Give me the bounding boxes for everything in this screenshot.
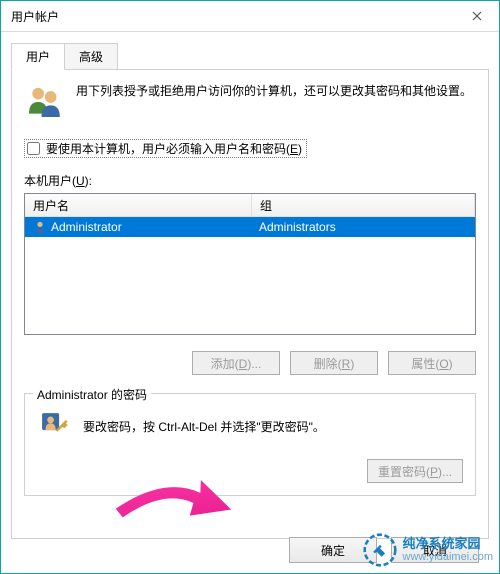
column-header-group[interactable]: 组	[252, 194, 475, 216]
password-hint-text: 要改密码，按 Ctrl-Alt-Del 并选择"更改密码"。	[83, 418, 325, 435]
tab-users[interactable]: 用户	[11, 43, 65, 70]
password-group-legend: Administrator 的密码	[33, 386, 151, 403]
watermark-logo-icon	[363, 533, 397, 567]
local-users-label: 本机用户(U):	[24, 172, 476, 189]
require-login-checkbox-row[interactable]: 要使用本计算机，用户必须输入用户名和密码(E)	[24, 139, 307, 158]
window-title: 用户帐户	[11, 8, 59, 25]
users-icon	[24, 82, 64, 125]
watermark-title: 纯净系统家园	[403, 537, 493, 551]
key-icon	[37, 408, 71, 445]
info-text: 用下列表授予或拒绝用户访问你的计算机，还可以更改其密码和其他设置。	[76, 82, 472, 101]
table-row[interactable]: Administrator Administrators	[25, 217, 475, 237]
require-login-label: 要使用本计算机，用户必须输入用户名和密码(E)	[46, 140, 302, 157]
users-list-header: 用户名 组	[25, 194, 475, 217]
user-accounts-window: 用户帐户 用户 高级 用下列表授予或拒绝用户访问你的计算机，还可以更改其密码和其…	[0, 0, 500, 574]
watermark: 纯净系统家园 www.yidaimei.com	[363, 533, 493, 567]
users-listbox[interactable]: 用户名 组 Administrator Administrators	[24, 193, 476, 335]
close-button[interactable]	[454, 1, 499, 31]
info-row: 用下列表授予或拒绝用户访问你的计算机，还可以更改其密码和其他设置。	[24, 82, 476, 125]
column-header-username[interactable]: 用户名	[25, 194, 252, 216]
require-login-checkbox[interactable]	[27, 142, 40, 155]
titlebar: 用户帐户	[1, 1, 499, 32]
remove-user-button[interactable]: 删除(R)	[290, 351, 378, 375]
tab-panel-users: 用下列表授予或拒绝用户访问你的计算机，还可以更改其密码和其他设置。 要使用本计算…	[11, 69, 489, 539]
user-buttons-row: 添加(D)... 删除(R) 属性(O)	[24, 351, 476, 375]
tab-strip: 用户 高级	[11, 42, 489, 69]
user-row-icon	[33, 220, 47, 234]
cell-username: Administrator	[25, 220, 251, 234]
close-icon	[472, 11, 482, 21]
reset-password-button[interactable]: 重置密码(P)...	[367, 459, 463, 483]
watermark-url: www.yidaimei.com	[403, 551, 493, 563]
cell-group: Administrators	[251, 220, 475, 234]
password-group: Administrator 的密码 要改密码，按 Ctrl-Alt-Del 并选…	[24, 393, 476, 496]
user-properties-button[interactable]: 属性(O)	[388, 351, 476, 375]
tab-advanced[interactable]: 高级	[64, 43, 118, 70]
add-user-button[interactable]: 添加(D)...	[192, 351, 280, 375]
